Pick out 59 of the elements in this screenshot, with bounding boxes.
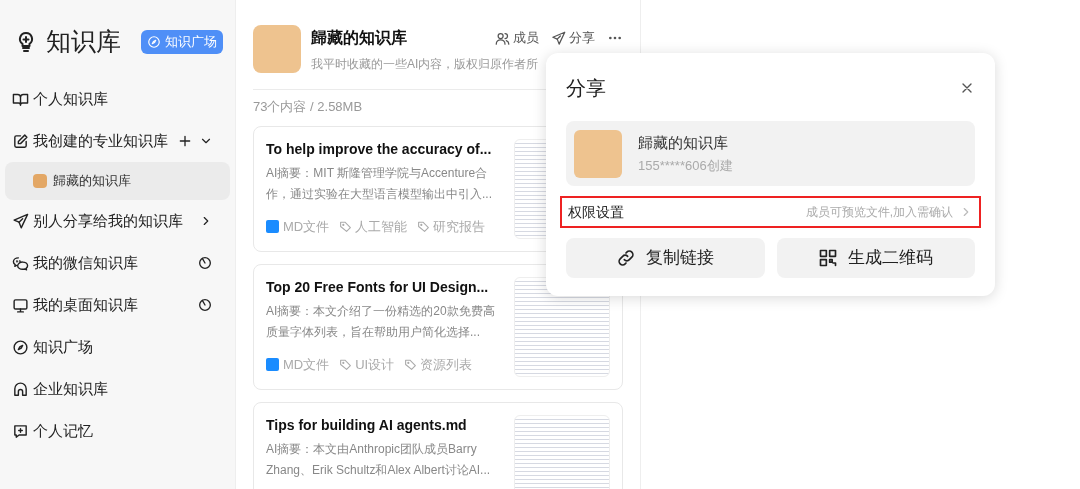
library-item[interactable]: 歸藏的知识库 (5, 162, 230, 200)
paper-plane-icon (12, 212, 29, 230)
tag-label: 研究报告 (433, 218, 486, 236)
document-summary: AI摘要：MIT 斯隆管理学院与Accenture合作，通过实验在大型语言模型输出中引入... (266, 165, 493, 203)
qr-code-button[interactable]: 生成二维码 (776, 238, 975, 278)
members-button[interactable]: 成员 (495, 28, 539, 48)
paper-plane-icon (551, 30, 566, 46)
sidebar-item-label[interactable]: 我的微信知识库 (33, 251, 138, 275)
markdown-file-icon (266, 358, 279, 372)
permission-label: 权限设置 (568, 202, 624, 222)
file-type: MD文件 (283, 356, 330, 374)
permission-value: 成员可预览文件,加入需确认 (805, 204, 953, 221)
file-type: MD文件 (283, 218, 330, 236)
qr-code-icon (818, 248, 839, 268)
tag-icon (339, 220, 353, 234)
sidebar-item-label[interactable]: 别人分享给我的知识库 (33, 209, 183, 233)
sidebar-item-label[interactable]: 个人知识库 (33, 87, 108, 111)
monitor-icon (12, 296, 29, 314)
tag-label: UI设计 (355, 356, 395, 374)
sidebar-item-label[interactable]: 我的桌面知识库 (33, 293, 138, 317)
tag-label: 资源列表 (420, 356, 473, 374)
document-card[interactable]: Tips for building AI agents.md AI摘要：本文由Anthropic团队成员Barry Zhang、Erik Schultz和Alex Albert讨论AI... (253, 402, 623, 489)
sync-icon (197, 297, 213, 313)
home-icon (12, 380, 29, 398)
dialog-title: 分享 (566, 76, 606, 101)
tag-icon (404, 358, 418, 372)
cat-photo-placeholder (33, 174, 47, 188)
sidebar-item-label[interactable]: 个人记忆 (33, 419, 93, 443)
chat-bubbles-icon (12, 254, 29, 272)
chat-plus-icon (12, 422, 29, 440)
cat-photo-placeholder (574, 129, 622, 178)
tag-icon (339, 358, 353, 372)
cat-photo-placeholder (253, 25, 301, 73)
people-icon (495, 30, 510, 46)
compass-icon (147, 35, 161, 49)
share-button[interactable]: 分享 (551, 28, 595, 48)
sidebar-item-label[interactable]: 企业知识库 (33, 377, 108, 401)
markdown-file-icon (266, 220, 279, 234)
content-stats: 73个内容 / 2.58MB (253, 98, 363, 117)
document-title: Tips for building AI agents.md (266, 416, 467, 435)
sidebar-item-label[interactable]: 我创建的专业知识库 (33, 129, 168, 153)
tag-label: 人工智能 (355, 218, 408, 236)
copy-link-button[interactable]: 复制链接 (566, 238, 765, 278)
library-name: 歸藏的知识库 (638, 132, 729, 153)
library-title: 歸藏的知识库 (311, 28, 407, 48)
document-summary: AI摘要：本文介绍了一份精选的20款免费高质量字体列表，旨在帮助用户简化选择... (266, 303, 496, 341)
document-summary: AI摘要：本文由Anthropic团队成员Barry Zhang、Erik Schultz和Alex Albert讨论AI... (266, 441, 492, 479)
creator-info: 155*****606创建 (638, 157, 733, 175)
library-description: 我平时收藏的一些AI内容，版权归原作者所 (311, 56, 539, 73)
document-title: To help improve the accuracy of... (266, 140, 492, 159)
tag-icon (417, 220, 431, 234)
app-title: 知识库 (46, 26, 121, 58)
edit-icon (12, 132, 29, 150)
compass-icon (12, 338, 29, 356)
sync-icon (197, 255, 213, 271)
permission-settings-row[interactable]: 权限设置 成员可预览文件,加入需确认 (560, 196, 981, 228)
link-icon (616, 248, 637, 268)
document-title: Top 20 Free Fonts for UI Design... (266, 278, 489, 297)
sidebar-item-label[interactable]: 知识广场 (33, 335, 93, 359)
